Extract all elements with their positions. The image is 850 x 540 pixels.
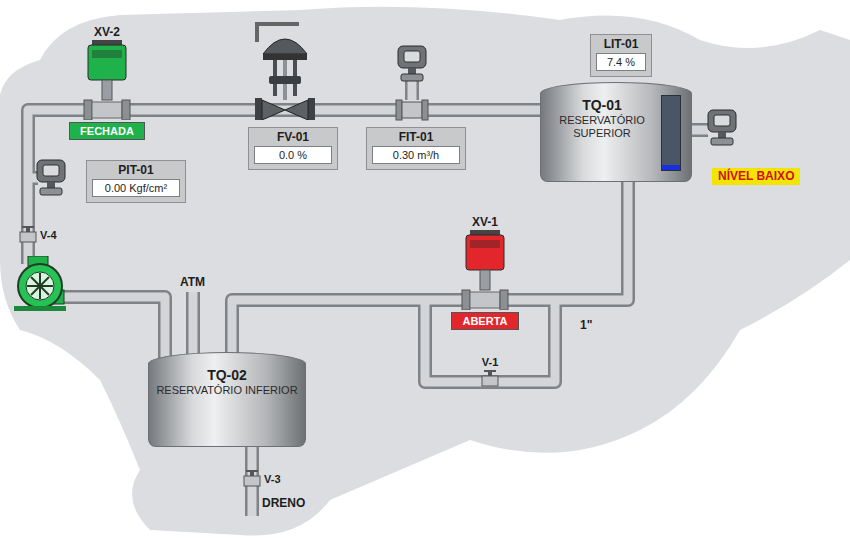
instrument-tag: FV-01 xyxy=(277,130,309,144)
drain-label: DRENO xyxy=(262,496,305,510)
instrument-value: 0.00 Kgf/cm² xyxy=(92,179,180,197)
manual-valve-tag: V-1 xyxy=(482,355,499,369)
pump-icon[interactable] xyxy=(10,256,74,312)
transmitter-icon[interactable] xyxy=(36,158,66,196)
solenoid-valve-icon[interactable] xyxy=(460,230,510,310)
instrument-display: LIT-01 7.4 % xyxy=(590,34,652,77)
flowmeter xyxy=(396,100,428,120)
screen-background xyxy=(0,7,850,536)
instrument-display: FIT-01 0.30 m³/h xyxy=(366,127,466,170)
control-valve-icon[interactable] xyxy=(255,20,315,120)
manual-valve-icon[interactable] xyxy=(243,470,261,488)
vent-label: ATM xyxy=(180,275,205,289)
alarm-badge: NÍVEL BAIXO xyxy=(712,168,800,185)
level-gauge xyxy=(661,95,681,171)
valve-status-badge: FECHADA xyxy=(69,122,145,140)
valve-tag: XV-1 xyxy=(472,214,498,230)
instrument-value: 7.4 % xyxy=(596,53,646,71)
solenoid-valve[interactable]: XV-1 ABERTA xyxy=(443,214,527,330)
manual-valve-icon[interactable] xyxy=(19,226,37,244)
transmitter-icon[interactable] xyxy=(397,44,427,82)
instrument-display: PIT-01 0.00 Kgf/cm² xyxy=(86,160,186,203)
pipe-size-label: 1" xyxy=(580,318,592,332)
solenoid-valve-icon[interactable] xyxy=(82,40,132,120)
instrument-tag: LIT-01 xyxy=(604,37,639,51)
transmitter-icon[interactable] xyxy=(707,108,737,146)
pipe-network xyxy=(0,0,850,540)
manual-valve-tag: V-3 xyxy=(264,472,281,486)
instrument-value: 0.30 m³/h xyxy=(372,146,460,164)
valve-tag: XV-2 xyxy=(94,24,120,40)
tank-name: RESERVATÓRIO SUPERIOR xyxy=(547,114,657,140)
instrument-tag: FIT-01 xyxy=(399,130,434,144)
manual-valve-tag: V-4 xyxy=(40,228,57,242)
tank: TQ-01RESERVATÓRIO SUPERIOR xyxy=(540,82,692,182)
manual-valve-icon[interactable] xyxy=(481,370,499,388)
instrument-display: FV-01 0.0 % xyxy=(248,127,338,170)
instrument-tag: PIT-01 xyxy=(118,163,153,177)
tank-tag: TQ-01 xyxy=(547,97,657,114)
manual-valve[interactable]: V-1 xyxy=(481,355,499,388)
tank-tag: TQ-02 xyxy=(155,367,299,384)
valve-status-badge: ABERTA xyxy=(451,312,518,330)
hmi-screen: XV-2 FECHADA XV-1 ABERTA FV-01 0.0 % FIT-01 0.3… xyxy=(0,0,850,540)
instrument-value: 0.0 % xyxy=(254,146,332,164)
manual-valve[interactable]: V-4 xyxy=(19,226,57,244)
manual-valve[interactable]: V-3 xyxy=(243,470,281,488)
tank-name: RESERVATÓRIO INFERIOR xyxy=(155,384,299,397)
solenoid-valve[interactable]: XV-2 FECHADA xyxy=(65,24,149,140)
level-fill xyxy=(662,165,680,170)
tank: TQ-02RESERVATÓRIO INFERIOR xyxy=(148,352,306,447)
